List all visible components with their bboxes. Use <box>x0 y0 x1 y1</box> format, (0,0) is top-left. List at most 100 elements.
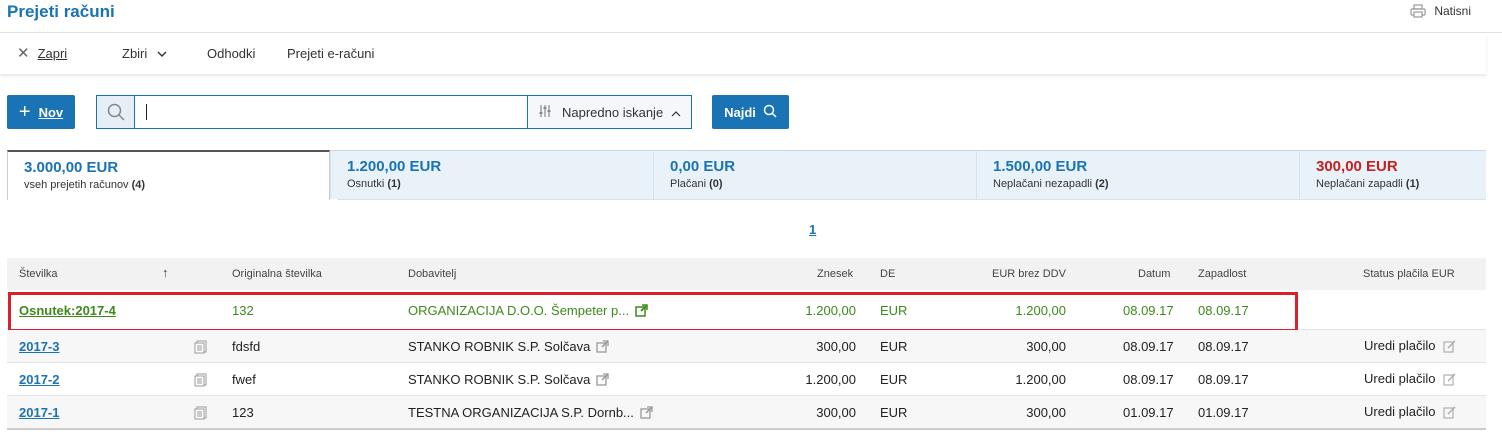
column-header-zapadlost[interactable]: Zapadlost <box>1198 268 1246 280</box>
original-number: fdsfd <box>232 339 261 354</box>
column-header-status-placila[interactable]: Status plačila EUR <box>1363 268 1455 280</box>
tab-amount: 300,00 EUR <box>1316 158 1398 175</box>
table-header: Številka ↑ Originalna številka Dobavitel… <box>7 258 1486 290</box>
edit-icon <box>1439 371 1456 386</box>
column-header-dobavitelj[interactable]: Dobavitelj <box>408 268 456 280</box>
column-header-znesek[interactable]: Znesek <box>817 268 853 280</box>
find-button[interactable]: Najdi <box>712 95 789 129</box>
close-button[interactable]: ✕ Zapri <box>17 46 67 61</box>
print-button[interactable]: Natisni <box>1410 4 1471 18</box>
external-link-icon[interactable] <box>596 372 609 389</box>
page-title: Prejeti računi <box>7 2 115 21</box>
supplier-name: STANKO ROBNIK S.P. Solčava <box>408 372 591 387</box>
tab-amount: 1.500,00 EUR <box>993 158 1088 175</box>
column-header-originalna-stevilka[interactable]: Originalna številka <box>232 268 322 280</box>
column-header-datum[interactable]: Datum <box>1138 268 1170 280</box>
edit-payment-link[interactable]: Uredi plačilo <box>1364 371 1456 386</box>
pagination-page-link[interactable]: 1 <box>809 222 816 237</box>
table-row[interactable]: 2017-3 fdsfd STANKO ROBNIK S.P. Solčava … <box>7 330 1486 363</box>
column-header-eur-brez-ddv[interactable]: EUR brez DDV <box>992 268 1066 280</box>
document-icon[interactable] <box>194 373 207 390</box>
edit-payment-link[interactable]: Uredi plačilo <box>1364 338 1456 353</box>
currency: EUR <box>880 405 908 420</box>
currency: EUR <box>880 339 908 354</box>
divider <box>337 199 1486 200</box>
print-label: Natisni <box>1434 4 1471 18</box>
tab-paid[interactable]: 0,00 EUR Plačani (0) <box>653 150 976 199</box>
due-date: 08.09.17 <box>1198 372 1249 387</box>
search-bar: Napredno iskanje <box>96 95 692 129</box>
edit-payment-link[interactable]: Uredi plačilo <box>1364 404 1456 419</box>
document-icon[interactable] <box>194 406 207 423</box>
due-date: 08.09.17 <box>1198 303 1249 318</box>
amount: 1.200,00 <box>805 372 856 387</box>
due-date: 08.09.17 <box>1198 339 1249 354</box>
search-icon <box>763 104 777 121</box>
document-icon[interactable] <box>194 340 207 357</box>
original-number: 132 <box>232 303 254 318</box>
invoice-date: 01.09.17 <box>1123 405 1174 420</box>
amount-without-vat: 300,00 <box>1026 405 1066 420</box>
tab-label: Neplačani zapadli (1) <box>1316 178 1420 190</box>
table-bottom-border <box>7 428 1486 430</box>
zbiri-menu[interactable]: Zbiri <box>122 46 167 61</box>
tab-unpaid-not-due[interactable]: 1.500,00 EUR Neplačani nezapadli (2) <box>976 150 1299 199</box>
odhodki-menu-item[interactable]: Odhodki <box>207 46 255 61</box>
prejeti-eracuni-menu-item[interactable]: Prejeti e-računi <box>287 46 374 61</box>
original-number: fwef <box>232 372 256 387</box>
invoice-number-link[interactable]: 2017-1 <box>19 405 59 420</box>
edit-icon <box>1439 338 1456 353</box>
tab-unpaid-overdue[interactable]: 300,00 EUR Neplačani zapadli (1) <box>1299 150 1486 199</box>
column-header-de[interactable]: DE <box>880 268 895 280</box>
table-row[interactable]: 2017-2 fwef STANKO ROBNIK S.P. Solčava 1… <box>7 363 1486 396</box>
invoice-date: 08.09.17 <box>1123 372 1174 387</box>
chevron-up-icon <box>671 105 681 120</box>
text-caret <box>146 104 147 120</box>
edit-icon <box>1439 404 1456 419</box>
plus-icon: + <box>18 101 31 123</box>
find-label: Najdi <box>724 104 756 120</box>
invoice-number-link[interactable]: 2017-2 <box>19 372 59 387</box>
summary-tabs: 3.000,00 EUR vseh prejetih računov (4) 1… <box>7 150 1486 200</box>
advanced-search-label: Napredno iskanje <box>562 104 664 120</box>
tab-label: vseh prejetih računov (4) <box>24 179 146 191</box>
invoice-date: 08.09.17 <box>1123 303 1174 318</box>
invoice-number-link[interactable]: 2017-3 <box>19 339 59 354</box>
supplier-name: ORGANIZACIJA D.O.O. Šempeter p... <box>408 303 630 318</box>
new-button[interactable]: + Nov <box>7 95 75 129</box>
currency: EUR <box>880 372 908 387</box>
invoice-number-link[interactable]: Osnutek:2017-4 <box>19 303 116 318</box>
supplier-cell: STANKO ROBNIK S.P. Solčava <box>408 372 609 389</box>
amount-without-vat: 300,00 <box>1026 339 1066 354</box>
external-link-icon[interactable] <box>634 303 648 320</box>
sort-ascending-icon[interactable]: ↑ <box>162 265 169 280</box>
search-input[interactable] <box>135 96 528 128</box>
tab-all-invoices[interactable]: 3.000,00 EUR vseh prejetih računov (4) <box>7 150 330 200</box>
close-label: Zapri <box>37 46 68 61</box>
currency: EUR <box>880 303 908 318</box>
edit-payment-label: Uredi plačilo <box>1364 338 1436 353</box>
external-link-icon[interactable] <box>596 339 609 356</box>
table-row[interactable]: Osnutek:2017-4 132 ORGANIZACIJA D.O.O. Š… <box>7 292 1486 330</box>
new-label: Nov <box>38 104 64 120</box>
tab-label: Osnutki (1) <box>347 178 401 190</box>
page-header: Prejeti računi Natisni <box>0 0 1502 33</box>
amount: 300,00 <box>816 339 856 354</box>
amount: 300,00 <box>816 405 856 420</box>
filter-sliders-icon <box>538 104 552 121</box>
action-menubar: ✕ Zapri Zbiri Odhodki Prejeti e-računi <box>0 34 1486 74</box>
tab-amount: 0,00 EUR <box>670 158 736 175</box>
supplier-cell: TESTNA ORGANIZACIJA S.P. Dornb... <box>408 405 653 422</box>
tab-amount: 1.200,00 EUR <box>347 158 442 175</box>
search-icon <box>97 96 135 128</box>
column-header-stevilka[interactable]: Številka <box>19 268 58 280</box>
due-date: 01.09.17 <box>1198 405 1249 420</box>
tab-drafts[interactable]: 1.200,00 EUR Osnutki (1) <box>330 150 653 199</box>
advanced-search-toggle[interactable]: Napredno iskanje <box>528 96 691 128</box>
tab-amount: 3.000,00 EUR <box>24 159 119 176</box>
amount-without-vat: 1.200,00 <box>1015 372 1066 387</box>
printer-icon <box>1410 4 1426 18</box>
table-row[interactable]: 2017-1 123 TESTNA ORGANIZACIJA S.P. Dorn… <box>7 396 1486 429</box>
supplier-name: STANKO ROBNIK S.P. Solčava <box>408 339 591 354</box>
external-link-icon[interactable] <box>639 405 653 422</box>
